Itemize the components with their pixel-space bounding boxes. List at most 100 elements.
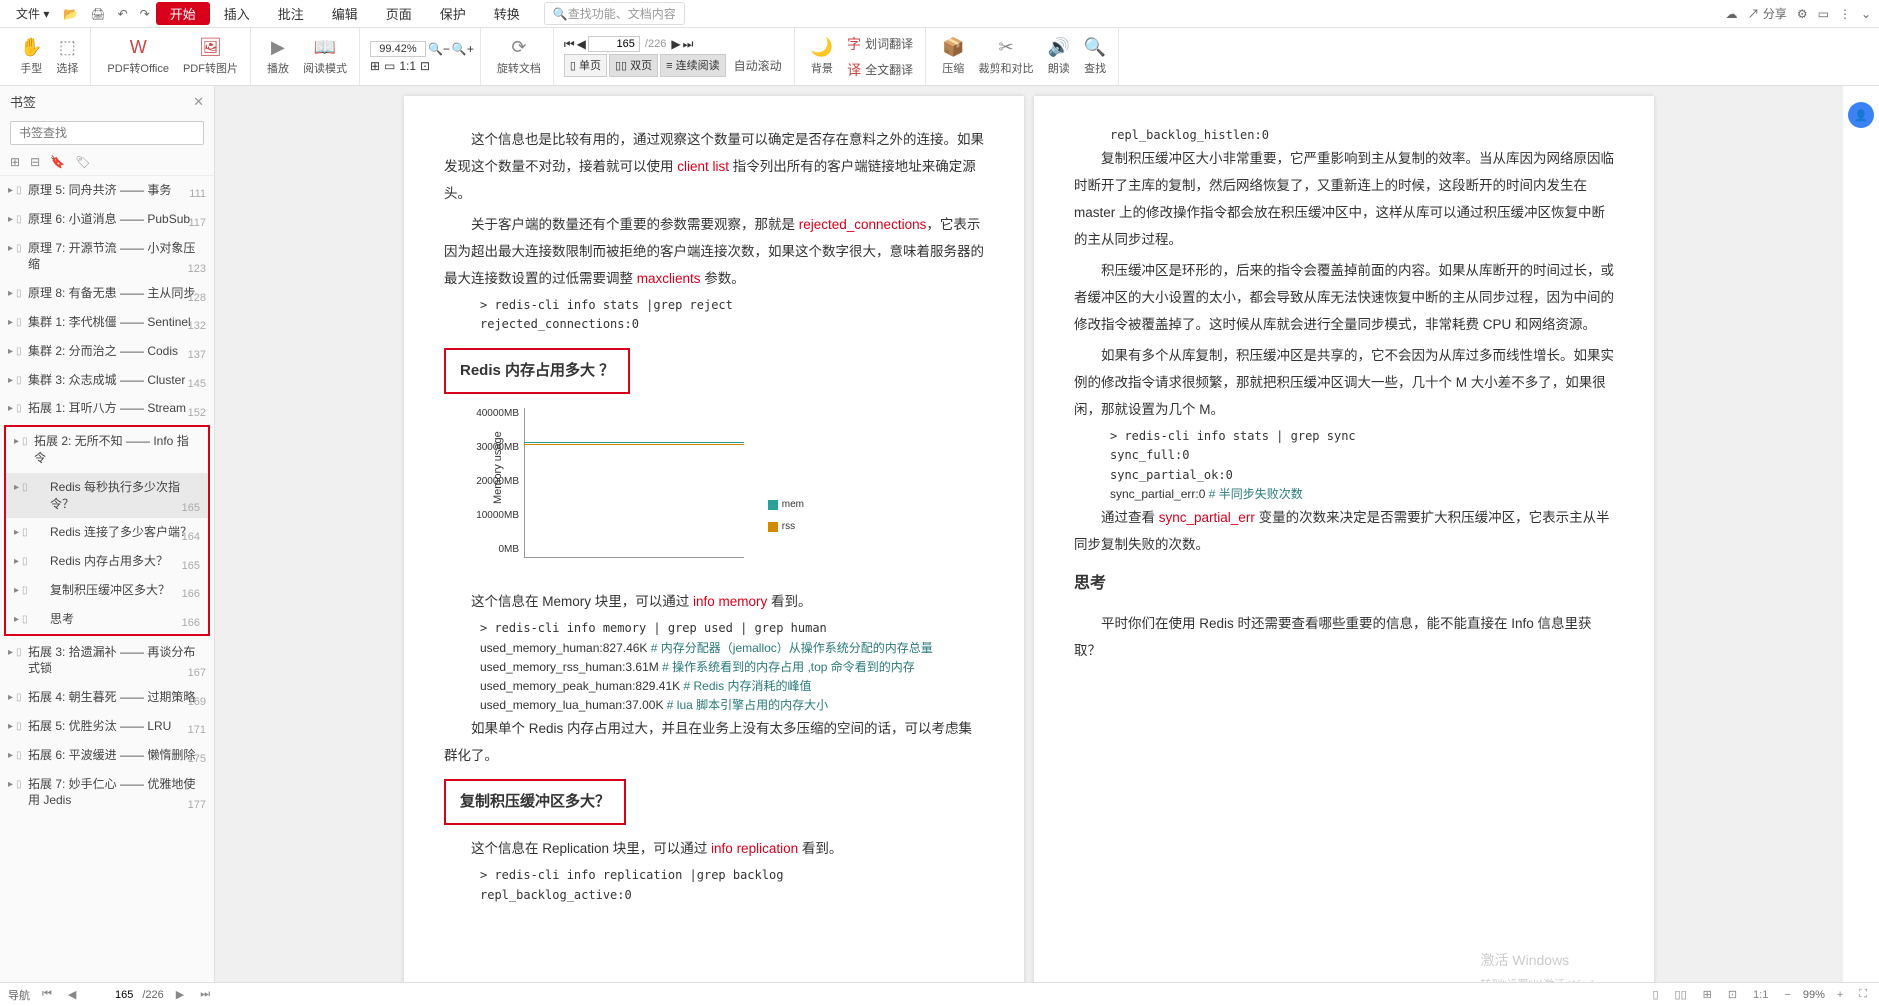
bookmark-item[interactable]: ▸▯拓展 2: 无所不知 —— Info 指令 [6,427,208,473]
bookmark-item[interactable]: ▸▯拓展 4: 朝生暮死 —— 过期策略169 [0,683,214,712]
paragraph: 积压缓冲区是环形的，后来的指令会覆盖掉前面的内容。如果从库断开的时间过长，或者缓… [1074,257,1614,338]
zoom-in-icon[interactable]: 🔍+ [452,42,474,56]
skin-icon[interactable]: ▭ [1818,7,1829,21]
code-line: > redis-cli info replication |grep backl… [444,866,984,885]
read-aloud[interactable]: 🔊朗读 [1042,35,1076,78]
bookmark-item[interactable]: ▸▯集群 2: 分而治之 —— Codis137 [0,337,214,366]
bookmark-item[interactable]: ▸▯Redis 每秒执行多少次指令？165 [6,473,208,519]
prev-icon[interactable]: ◀ [64,988,80,1001]
menu-insert[interactable]: 插入 [210,2,264,25]
word-translate[interactable]: 字划词翻译 [841,31,919,57]
nav-label: 导航 [8,987,30,1003]
bookmark-item[interactable]: ▸▯拓展 3: 拾遗漏补 —— 再谈分布式锁167 [0,638,214,684]
play-button[interactable]: ▶播放 [261,35,295,78]
status-page-input[interactable] [88,988,134,1002]
compress-button[interactable]: 📦压缩 [936,35,970,78]
full-translate[interactable]: 译全文翻译 [841,57,919,83]
code-line: repl_backlog_histlen:0 [1074,126,1614,145]
document-viewport[interactable]: 这个信息也是比较有用的，通过观察这个数量可以确定是否存在意料之外的连接。如果发现… [215,86,1843,982]
paragraph: 这个信息在 Replication 块里，可以通过 info replicati… [444,835,984,862]
more-icon[interactable]: ⋮ [1839,7,1851,21]
menu-convert[interactable]: 转换 [480,2,534,25]
prev-page-icon[interactable]: ◀ [577,37,586,51]
double-page[interactable]: ▯▯ 双页 [609,54,658,77]
redo-icon[interactable]: ↷ [136,5,154,23]
view-double-icon[interactable]: ▯▯ [1671,988,1691,1001]
bookmark-item[interactable]: ▸▯Redis 内存占用多大？165 [6,547,208,576]
fit-icon[interactable]: ⊡ [1724,988,1741,1001]
cloud-icon[interactable]: ☁ [1725,7,1737,21]
bookmark-item[interactable]: ▸▯拓展 5: 优胜劣汰 —— LRU171 [0,712,214,741]
auto-scroll[interactable]: 自动滚动 [728,54,788,77]
pdf-to-office[interactable]: WPDF转Office [101,35,175,78]
zoom-out-icon[interactable]: 🔍− [428,42,450,56]
next-icon[interactable]: ▶ [172,988,188,1001]
expand-all-icon[interactable]: ⊞ [10,155,20,169]
undo-icon[interactable]: ↶ [114,5,132,23]
gear-icon[interactable]: ⚙ [1797,7,1808,21]
open-icon[interactable]: 📂 [59,5,82,23]
menu-annotate[interactable]: 批注 [264,2,318,25]
caret-icon[interactable]: ⌄ [1861,7,1871,21]
share-button[interactable]: ↗ 分享 [1747,5,1786,22]
last-page-icon[interactable]: ⏭ [683,37,694,52]
hand-tool[interactable]: ✋手型 [14,35,48,78]
avatar[interactable]: 👤 [1848,102,1874,128]
single-page[interactable]: ▯ 单页 [564,54,607,77]
bookmark-item[interactable]: ▸▯复制积压缓冲区多大？166 [6,576,208,605]
bookmark-item[interactable]: ▸▯原理 8: 有备无患 —— 主从同步128 [0,279,214,308]
file-menu[interactable]: 文件 ▾ [8,3,57,24]
fullscreen-icon[interactable]: ⛶ [1855,988,1871,1001]
bookmark-outline-icon[interactable]: 🏷 [75,155,90,169]
select-tool[interactable]: ⬚选择 [50,35,84,78]
first-page-icon[interactable]: ⏮ [564,37,575,52]
bookmark-search-input[interactable] [10,121,204,145]
memory-chart: Memory usage 40000MB 30000MB 20000MB 100… [524,408,804,578]
bookmark-item[interactable]: ▸▯集群 1: 李代桃僵 —— Sentinel132 [0,308,214,337]
first-icon[interactable]: ⏮ [38,988,56,1001]
bookmark-item[interactable]: ▸▯原理 5: 同舟共济 —— 事务111 [0,176,214,205]
actual-icon[interactable]: 1:1 [1749,989,1772,1001]
paragraph: 如果单个 Redis 内存占用过大，并且在业务上没有太多压缩的空间的话，可以考虑… [444,715,984,769]
fit-page-icon[interactable]: ▭ [384,59,395,73]
last-icon[interactable]: ⏭ [196,988,214,1001]
continuous[interactable]: ≡ 连续阅读 [660,54,725,77]
bookmark-item[interactable]: ▸▯集群 3: 众志成城 —— Cluster145 [0,366,214,395]
menu-protect[interactable]: 保护 [426,2,480,25]
bookmark-item[interactable]: ▸▯Redis 连接了多少客户端？164 [6,518,208,547]
read-mode[interactable]: 📖阅读模式 [297,35,353,78]
bookmark-item[interactable]: ▸▯原理 6: 小道消息 —— PubSub117 [0,205,214,234]
bookmark-item[interactable]: ▸▯拓展 6: 平波缓进 —— 懒惰删除175 [0,741,214,770]
view-grid-icon[interactable]: ⊞ [1699,988,1716,1001]
fit-width-icon[interactable]: ⊞ [370,59,380,73]
actual-size-icon[interactable]: 1:1 [399,59,416,73]
crop-compare[interactable]: ✂裁剪和对比 [973,35,1040,78]
collapse-all-icon[interactable]: ⊟ [30,155,40,169]
bookmark-sidebar: 书签 ✕ ⊞ ⊟ 🔖 🏷 ▸▯原理 5: 同舟共济 —— 事务111▸▯原理 6… [0,86,215,982]
find-button[interactable]: 🔍查找 [1078,35,1112,78]
bookmark-icon[interactable]: 🔖 [50,155,65,169]
bookmark-item[interactable]: ▸▯原理 7: 开源节流 —— 小对象压缩123 [0,234,214,280]
rotate-button[interactable]: ⟳旋转文档 [491,35,547,78]
close-icon[interactable]: ✕ [193,94,204,110]
code-line: sync_partial_ok:0 [1074,466,1614,485]
zoom-value[interactable]: 99.42% [370,41,426,57]
menu-edit[interactable]: 编辑 [318,2,372,25]
code-line: sync_full:0 [1074,446,1614,465]
bookmark-item[interactable]: ▸▯思考166 [6,605,208,634]
zoom-out-icon[interactable]: − [1780,989,1794,1001]
print-icon[interactable]: 🖨 [86,5,109,23]
ytick: 0MB [464,540,519,560]
bookmark-item[interactable]: ▸▯拓展 1: 耳听八方 —— Stream152 [0,394,214,423]
next-page-icon[interactable]: ▶ [671,37,680,51]
page-input[interactable] [588,36,640,52]
menu-page[interactable]: 页面 [372,2,426,25]
menu-start[interactable]: 开始 [156,2,210,25]
view-single-icon[interactable]: ▯ [1648,988,1662,1001]
pdf-to-image[interactable]: 🖼PDF转图片 [177,35,244,78]
bookmark-item[interactable]: ▸▯拓展 7: 妙手仁心 —— 优雅地使用 Jedis177 [0,770,214,816]
fit-height-icon[interactable]: ⊡ [420,59,430,73]
zoom-in-icon[interactable]: + [1833,989,1847,1001]
background-button[interactable]: 🌙背景 [805,35,839,78]
global-search[interactable]: 🔍 查找功能、文档内容 [544,2,685,25]
